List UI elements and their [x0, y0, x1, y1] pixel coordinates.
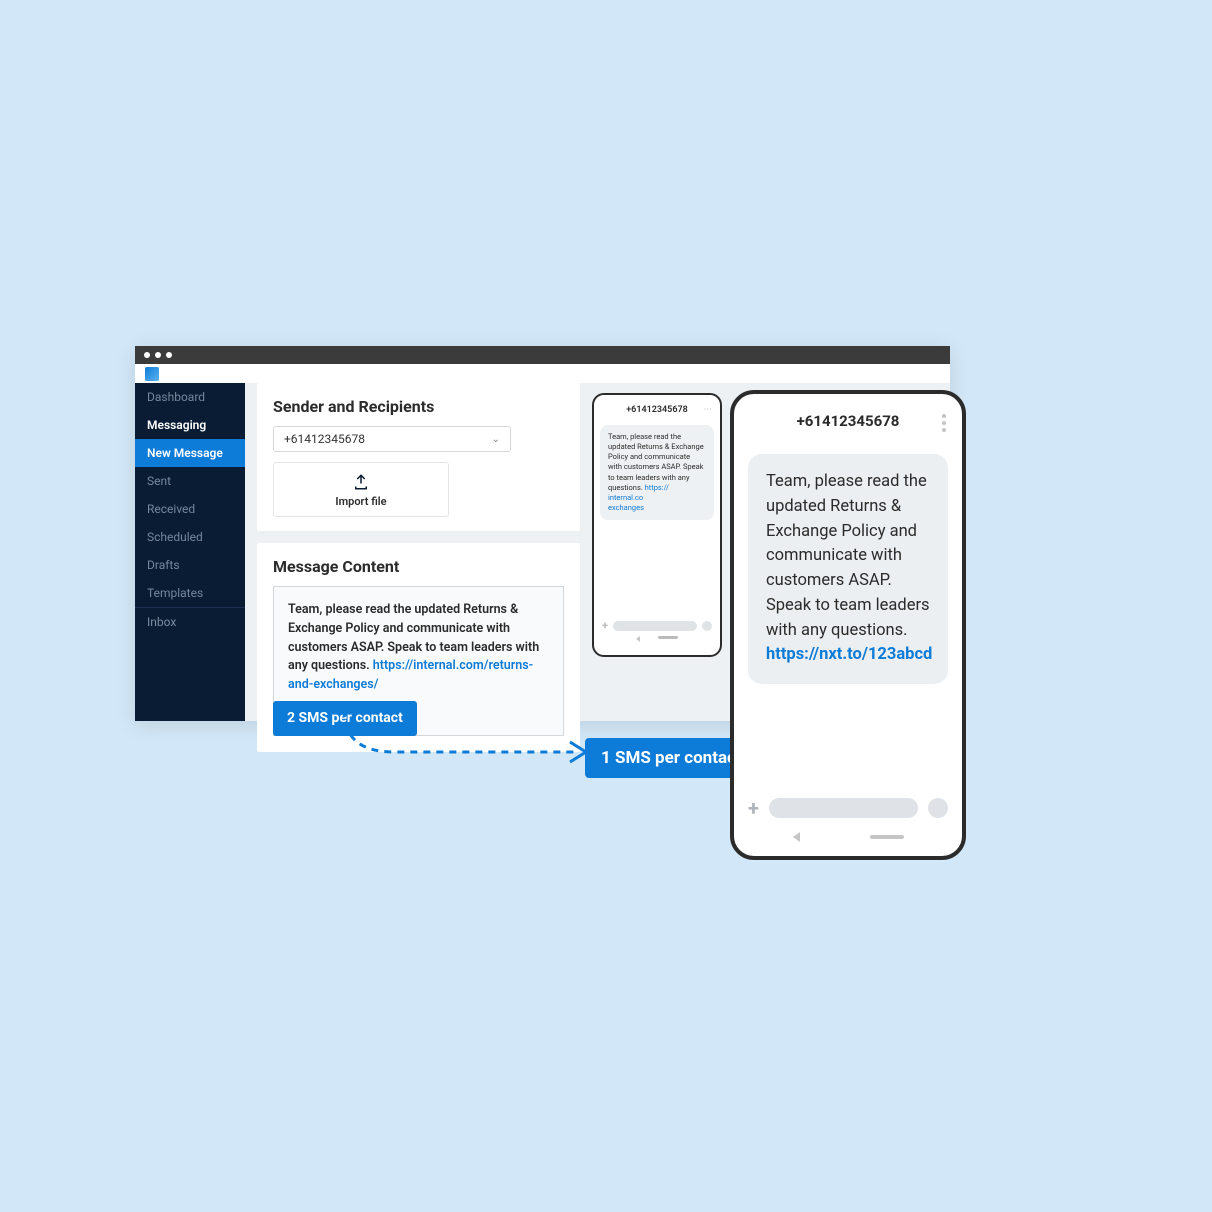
- back-icon: [793, 832, 800, 842]
- bubble-link: internal.co: [608, 493, 643, 502]
- large-phone-preview: +61412345678 Team, please read the updat…: [730, 390, 966, 860]
- home-bar-icon: [870, 835, 904, 839]
- window-titlebar: [135, 346, 950, 364]
- sidebar-item-dashboard[interactable]: Dashboard: [135, 383, 245, 411]
- sender-select[interactable]: +61412345678 ⌄: [273, 426, 511, 452]
- panel-title: Sender and Recipients: [273, 397, 564, 416]
- upload-icon: [352, 473, 370, 491]
- sidebar-item-messaging[interactable]: Messaging: [135, 411, 245, 439]
- sender-recipients-panel: Sender and Recipients +61412345678 ⌄ Imp…: [257, 383, 580, 531]
- panel-title: Message Content: [273, 557, 564, 576]
- sidebar-item-new-message[interactable]: New Message: [135, 439, 245, 467]
- send-icon: [702, 621, 712, 631]
- window-dot: [166, 352, 172, 358]
- back-icon: [636, 636, 640, 642]
- chevron-down-icon: ⌄: [492, 434, 500, 445]
- more-icon: ⋮: [703, 405, 712, 414]
- sms-bubble: Team, please read the updated Returns & …: [748, 454, 948, 684]
- phone-header-number: +61412345678: [594, 395, 720, 421]
- bubble-body: Team, please read the updated Returns & …: [766, 472, 930, 640]
- app-logo-icon: [145, 367, 159, 381]
- small-phone-preview: +61412345678 ⋮ Team, please read the upd…: [592, 393, 722, 657]
- dashed-arrow-connector: [334, 710, 594, 770]
- home-bar-icon: [658, 636, 678, 639]
- preview-column: +61412345678 ⋮ Team, please read the upd…: [592, 383, 732, 721]
- window-dot: [155, 352, 161, 358]
- bubble-link: exchanges: [608, 503, 644, 512]
- sidebar-item-inbox[interactable]: Inbox: [135, 607, 245, 636]
- input-pill: [769, 798, 918, 818]
- sidebar-item-sent[interactable]: Sent: [135, 467, 245, 495]
- phone-footer: +: [734, 784, 962, 856]
- bubble-link: https://: [645, 483, 669, 492]
- import-file-button[interactable]: Import file: [273, 462, 449, 517]
- bubble-link: https://nxt.to/123abcd: [766, 645, 932, 664]
- sidebar-item-templates[interactable]: Templates: [135, 579, 245, 607]
- phone-footer: +: [594, 615, 720, 655]
- sidebar-item-drafts[interactable]: Drafts: [135, 551, 245, 579]
- sidebar-item-scheduled[interactable]: Scheduled: [135, 523, 245, 551]
- plus-icon: +: [748, 796, 759, 820]
- sms-bubble: Team, please read the updated Returns & …: [600, 425, 714, 520]
- import-label: Import file: [335, 495, 386, 508]
- sidebar: DashboardMessagingNew MessageSentReceive…: [135, 383, 245, 721]
- input-pill: [613, 621, 697, 631]
- send-icon: [928, 798, 948, 818]
- more-icon: [942, 414, 946, 432]
- sidebar-item-received[interactable]: Received: [135, 495, 245, 523]
- plus-icon: +: [602, 619, 608, 632]
- sender-value: +61412345678: [284, 432, 365, 446]
- window-dot: [144, 352, 150, 358]
- top-strip: [135, 364, 950, 383]
- phone-header-number: +61412345678: [734, 394, 962, 440]
